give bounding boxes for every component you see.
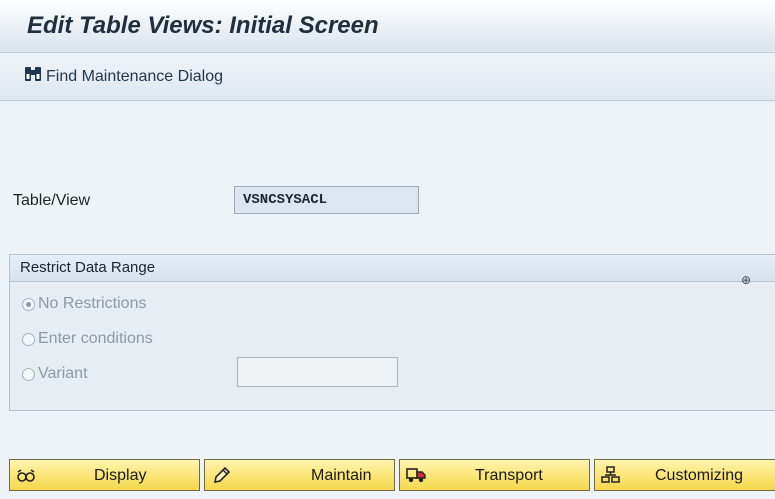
radio-enter-conditions-label: Enter conditions bbox=[38, 330, 153, 347]
pencil-icon bbox=[211, 466, 231, 484]
truck-icon bbox=[406, 466, 426, 484]
display-button[interactable]: Display bbox=[9, 459, 200, 491]
table-view-label: Table/View bbox=[13, 192, 91, 209]
maintain-button-label: Maintain bbox=[311, 467, 372, 484]
customizing-button-label: Customizing bbox=[655, 467, 744, 484]
hierarchy-icon bbox=[601, 466, 621, 484]
variant-input[interactable] bbox=[237, 357, 398, 387]
binoculars-icon bbox=[24, 65, 46, 88]
glasses-icon bbox=[16, 466, 36, 484]
find-maintenance-dialog-button[interactable]: Find Maintenance Dialog bbox=[24, 65, 223, 88]
radio-variant[interactable]: Variant bbox=[22, 365, 88, 383]
page-title: Edit Table Views: Initial Screen bbox=[27, 12, 379, 39]
restrict-data-range-title: Restrict Data Range bbox=[10, 255, 775, 282]
maintain-button[interactable]: Maintain bbox=[204, 459, 395, 491]
radio-variant-label: Variant bbox=[38, 365, 88, 382]
crosshair-icon: ⊕ bbox=[741, 273, 752, 287]
radio-selected-icon bbox=[22, 297, 35, 311]
title-bar: Edit Table Views: Initial Screen bbox=[0, 0, 775, 53]
table-view-input[interactable] bbox=[234, 186, 419, 214]
radio-enter-conditions[interactable]: Enter conditions bbox=[22, 330, 153, 348]
radio-no-restrictions-label: No Restrictions bbox=[38, 295, 147, 312]
radio-unselected-icon bbox=[22, 367, 35, 381]
transport-button[interactable]: Transport bbox=[399, 459, 590, 491]
transport-button-label: Transport bbox=[475, 467, 543, 484]
radio-unselected-icon bbox=[22, 332, 35, 346]
find-maintenance-dialog-label: Find Maintenance Dialog bbox=[46, 67, 223, 85]
action-button-bar: Display Maintain Transport Customizing bbox=[0, 456, 775, 499]
display-button-label: Display bbox=[94, 467, 147, 484]
radio-no-restrictions[interactable]: No Restrictions bbox=[22, 295, 146, 313]
application-toolbar: Find Maintenance Dialog bbox=[0, 53, 775, 101]
customizing-button[interactable]: Customizing bbox=[594, 459, 775, 491]
